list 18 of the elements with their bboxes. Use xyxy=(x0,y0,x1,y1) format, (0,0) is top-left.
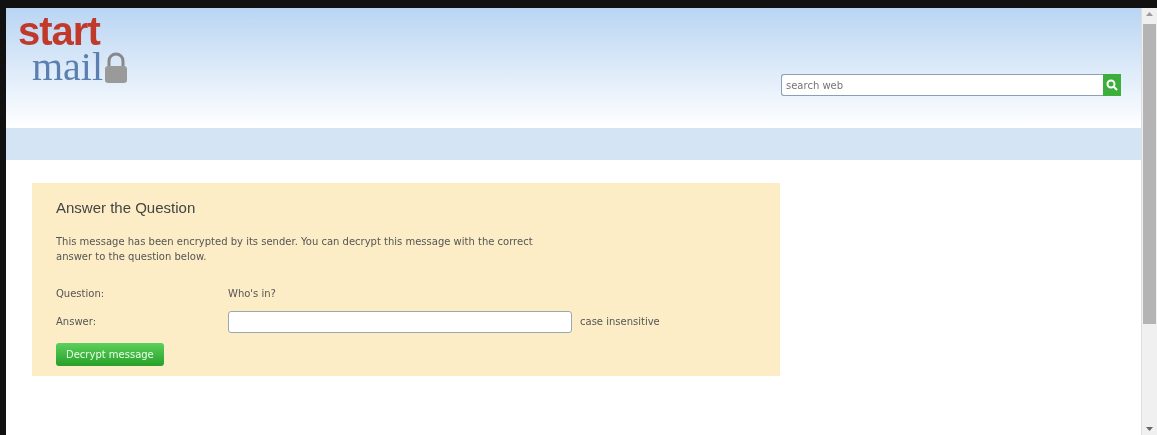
question-text: Who's in? xyxy=(228,286,276,301)
message-text: This message has been encrypted by its sender. You can decrypt this message with the correct answer to the question below. xyxy=(56,234,534,264)
search-button[interactable] xyxy=(1103,74,1121,96)
scrollbar[interactable] xyxy=(1141,8,1157,435)
hint-text: case insensitive xyxy=(580,315,660,329)
panel-title: Answer the Question xyxy=(56,198,197,218)
search-icon xyxy=(1106,79,1118,91)
logo-text: mail xyxy=(32,50,104,84)
search-field[interactable]: search web xyxy=(781,74,1103,96)
scroll-down-icon[interactable] xyxy=(1146,427,1153,431)
answer-field[interactable] xyxy=(228,310,572,333)
logo-text: start xyxy=(18,12,101,50)
padlock-icon xyxy=(103,52,130,84)
answer-label: Answer: xyxy=(56,315,98,329)
question-label: Question: xyxy=(56,286,106,301)
scroll-thumb[interactable] xyxy=(1143,24,1156,324)
scroll-up-icon[interactable] xyxy=(1146,12,1153,16)
decrypt-button[interactable]: Decrypt message xyxy=(56,342,164,366)
